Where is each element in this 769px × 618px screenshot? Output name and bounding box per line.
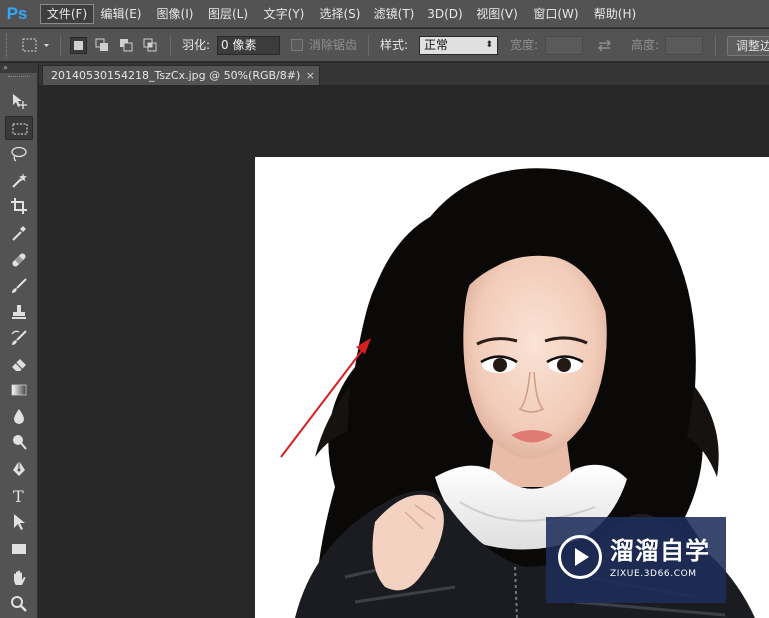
subtract-from-selection-icon[interactable]: [118, 37, 135, 54]
rect-marquee-icon: [12, 123, 28, 135]
move-icon: [13, 94, 27, 109]
brush-tool[interactable]: [5, 274, 33, 298]
rectangle-icon: [12, 544, 26, 554]
toolbox-collapse-icon[interactable]: »: [0, 63, 38, 73]
height-label: 高度:: [631, 38, 660, 52]
separator: [715, 35, 716, 56]
menu-3d[interactable]: 3D(D): [425, 4, 465, 24]
refine-edge-button[interactable]: 调整边: [727, 36, 769, 56]
document-tab[interactable]: 20140530154218_TszCx.jpg @ 50%(RGB/8#) ×: [42, 65, 320, 85]
toolbox-grip[interactable]: [8, 76, 30, 79]
gradient-tool[interactable]: [5, 378, 33, 402]
separator: [368, 35, 369, 56]
document-tab-title: 20140530154218_TszCx.jpg @ 50%(RGB/8#): [51, 69, 301, 82]
svg-text:T: T: [13, 487, 24, 505]
antialias-label: 消除锯齿: [309, 38, 358, 52]
menu-file[interactable]: 文件(F): [40, 4, 94, 24]
history-brush-icon: [11, 330, 27, 345]
add-to-selection-icon[interactable]: [94, 37, 111, 54]
toolbox: » T: [0, 63, 38, 618]
blur-tool[interactable]: [5, 404, 33, 428]
lasso-icon: [11, 146, 27, 162]
pen-icon: [13, 461, 25, 476]
type-icon: T: [13, 487, 24, 505]
options-grip[interactable]: [6, 33, 9, 58]
zoom-icon: [11, 596, 27, 612]
history-brush-tool[interactable]: [5, 326, 33, 350]
hand-icon: [14, 570, 26, 585]
dodge-icon: [13, 435, 27, 450]
feather-label: 羽化:: [182, 38, 211, 52]
hand-tool[interactable]: [5, 566, 33, 590]
photoshop-window: Ps 文件(F) 编辑(E) 图像(I) 图层(L) 文字(Y) 选择(S) 滤…: [0, 0, 769, 618]
ps-logo-icon: Ps: [6, 4, 28, 23]
zoom-tool[interactable]: [5, 592, 33, 616]
menu-view[interactable]: 视图(V): [473, 4, 521, 24]
path-selection-tool[interactable]: [5, 510, 33, 534]
stamp-icon: [12, 305, 26, 319]
feather-input[interactable]: 0 像素: [217, 36, 280, 55]
magic-wand-icon: [12, 173, 27, 188]
shape-tool[interactable]: [5, 537, 33, 561]
document-tab-bar: 20140530154218_TszCx.jpg @ 50%(RGB/8#) ×: [39, 63, 769, 85]
menu-edit[interactable]: 编辑(E): [98, 4, 144, 24]
eyedropper-icon: [12, 226, 26, 241]
play-logo-icon: [558, 535, 602, 579]
swap-icon[interactable]: [596, 37, 613, 54]
menu-help[interactable]: 帮助(H): [591, 4, 639, 24]
magic-wand-tool[interactable]: [5, 168, 33, 192]
options-bar: 羽化: 0 像素 消除锯齿 样式: 正常 ⬍ 宽度: 高度: 调整边: [0, 29, 769, 62]
dodge-tool[interactable]: [5, 430, 33, 454]
eraser-tool[interactable]: [5, 352, 33, 376]
antialias-checkbox[interactable]: [291, 39, 303, 51]
menu-image[interactable]: 图像(I): [152, 4, 198, 24]
width-label: 宽度:: [510, 38, 539, 52]
watermark-badge: 溜溜自学 ZIXUE.3D66.COM: [546, 517, 726, 603]
type-tool[interactable]: T: [5, 484, 33, 508]
drop-icon: [14, 409, 24, 424]
width-input[interactable]: [545, 36, 583, 55]
clone-stamp-tool[interactable]: [5, 300, 33, 324]
watermark-title: 溜溜自学: [610, 537, 710, 565]
chevron-updown-icon: ⬍: [485, 40, 493, 50]
healing-brush-tool[interactable]: [5, 248, 33, 272]
watermark-url: ZIXUE.3D66.COM: [610, 569, 697, 579]
pen-tool[interactable]: [5, 457, 33, 481]
eyedropper-tool[interactable]: [5, 221, 33, 245]
intersect-selection-icon[interactable]: [142, 37, 159, 54]
arrow-icon: [14, 514, 25, 530]
lasso-tool[interactable]: [5, 142, 33, 166]
menu-select[interactable]: 选择(S): [315, 4, 365, 24]
style-label: 样式:: [380, 38, 409, 52]
close-icon[interactable]: ×: [306, 68, 315, 84]
brush-icon: [12, 278, 27, 293]
menu-type[interactable]: 文字(Y): [259, 4, 309, 24]
style-select-value: 正常: [424, 38, 449, 52]
gradient-icon: [11, 384, 27, 396]
move-tool[interactable]: [5, 89, 33, 113]
marquee-tool[interactable]: [5, 116, 33, 140]
menu-layer[interactable]: 图层(L): [205, 4, 251, 24]
style-select[interactable]: 正常 ⬍: [419, 36, 498, 55]
eraser-icon: [12, 359, 26, 371]
separator: [170, 35, 171, 56]
menu-window[interactable]: 窗口(W): [531, 4, 581, 24]
crop-icon: [11, 198, 27, 214]
new-selection-icon[interactable]: [70, 37, 87, 54]
menu-bar: Ps 文件(F) 编辑(E) 图像(I) 图层(L) 文字(Y) 选择(S) 滤…: [0, 0, 769, 28]
crop-tool[interactable]: [5, 194, 33, 218]
separator: [60, 35, 61, 56]
menu-filter[interactable]: 滤镜(T): [370, 4, 418, 24]
height-input[interactable]: [665, 36, 703, 55]
bandage-icon: [12, 253, 26, 267]
tool-preset-icon[interactable]: [22, 37, 49, 54]
